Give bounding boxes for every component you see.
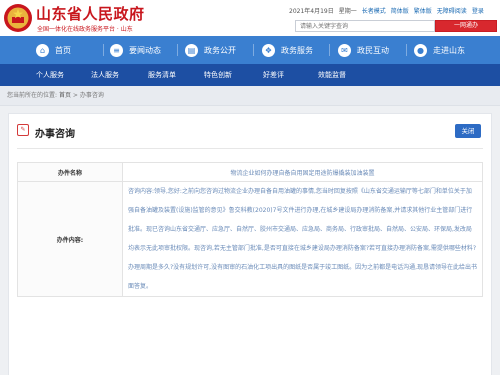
document-icon: ▤	[185, 43, 198, 57]
national-emblem-icon	[4, 4, 32, 32]
breadcrumb-home[interactable]: 首页	[59, 92, 71, 99]
service-subnav: 个人服务 法人服务 服务清单 特色创新 好差评 效能监督	[0, 64, 500, 86]
nav-label: 要闻动态	[129, 45, 161, 55]
consultation-icon: ✎	[17, 124, 29, 136]
one-net-service-button[interactable]: 一网通办	[435, 20, 497, 32]
nav-item-home[interactable]: ⌂ 首页	[36, 36, 71, 64]
login-link[interactable]: 登录	[472, 8, 484, 15]
traditional-link[interactable]: 繁体版	[414, 8, 432, 15]
weekday-text: 星期一	[338, 8, 357, 15]
nav-item-interaction[interactable]: ✉ 政民互动	[338, 36, 389, 64]
simplified-link[interactable]: 简体版	[391, 8, 409, 15]
breadcrumb: 您当前所在的位置: 首页 > 办事咨询	[0, 86, 500, 106]
subnav-service-list[interactable]: 服务清单	[148, 64, 176, 86]
subject-value: 物流企业如何办理自备自用固定用途防爆撬装加油装置	[122, 162, 483, 182]
content-value: 咨询内容:领导,您好:之前向您咨询过物流企业办理自备自用油罐的事情,您当时回复按…	[122, 181, 483, 297]
nav-divider	[103, 44, 104, 56]
location-icon: ●	[414, 43, 427, 57]
accessibility-link[interactable]: 无障碍阅读	[437, 8, 467, 15]
nav-divider	[329, 44, 330, 56]
nav-item-news[interactable]: ≡ 要闻动态	[110, 36, 161, 64]
main-nav: ⌂ 首页 ≡ 要闻动态 ▤ 政务公开 ❖ 政务服务 ✉ 政民互动 ● 走进山东	[0, 36, 500, 64]
breadcrumb-separator: >	[72, 92, 78, 99]
subject-label: 办件名称	[17, 162, 123, 182]
table-row: 办件名称 物流企业如何办理自备自用固定用途防爆撬装加油装置	[17, 162, 483, 182]
consultation-card: ✎ 办事咨询 关闭 办件名称 物流企业如何办理自备自用固定用途防爆撬装加油装置 …	[8, 113, 492, 375]
subnav-corporate[interactable]: 法人服务	[91, 64, 119, 86]
nav-label: 政务公开	[204, 45, 236, 55]
home-icon: ⌂	[36, 43, 49, 57]
table-row: 办件内容: 咨询内容:领导,您好:之前向您咨询过物流企业办理自备自用油罐的事情,…	[17, 181, 483, 297]
subnav-personal[interactable]: 个人服务	[36, 64, 64, 86]
consultation-table: 办件名称 物流企业如何办理自备自用固定用途防爆撬装加油装置 办件内容: 咨询内容…	[17, 162, 483, 297]
nav-divider	[177, 44, 178, 56]
subnav-review[interactable]: 好差评	[263, 64, 284, 86]
site-header: 山东省人民政府 全国一体化在线政务服务平台 · 山东 2021年4月19日 星期一…	[0, 0, 500, 36]
title-divider	[17, 148, 483, 149]
service-icon: ❖	[262, 43, 275, 57]
nav-label: 政务服务	[281, 45, 313, 55]
breadcrumb-current: 办事咨询	[79, 92, 104, 99]
date-text: 2021年4月19日	[289, 8, 334, 15]
chat-icon: ✉	[338, 43, 351, 57]
nav-label: 首页	[55, 45, 71, 55]
content-label: 办件内容:	[17, 181, 123, 297]
subnav-supervision[interactable]: 效能监督	[318, 64, 346, 86]
search-input[interactable]	[295, 20, 435, 32]
breadcrumb-prefix: 您当前所在的位置:	[7, 92, 58, 99]
top-links: 2021年4月19日 星期一 长者模式 简体版 繁体版 无障碍阅读 登录	[289, 6, 489, 15]
subnav-innovation[interactable]: 特色创新	[204, 64, 232, 86]
elder-mode-link[interactable]: 长者模式	[362, 8, 386, 15]
nav-item-shandong[interactable]: ● 走进山东	[414, 36, 465, 64]
nav-item-services[interactable]: ❖ 政务服务	[262, 36, 313, 64]
site-subtitle: 全国一体化在线政务服务平台 · 山东	[37, 26, 133, 33]
nav-divider	[406, 44, 407, 56]
nav-item-open-government[interactable]: ▤ 政务公开	[185, 36, 236, 64]
news-icon: ≡	[110, 43, 123, 57]
page-title: 办事咨询	[35, 129, 75, 140]
nav-label: 政民互动	[357, 45, 389, 55]
nav-label: 走进山东	[433, 45, 465, 55]
site-title[interactable]: 山东省人民政府	[36, 3, 145, 24]
close-button[interactable]: 关闭	[455, 124, 481, 138]
nav-divider	[253, 44, 254, 56]
